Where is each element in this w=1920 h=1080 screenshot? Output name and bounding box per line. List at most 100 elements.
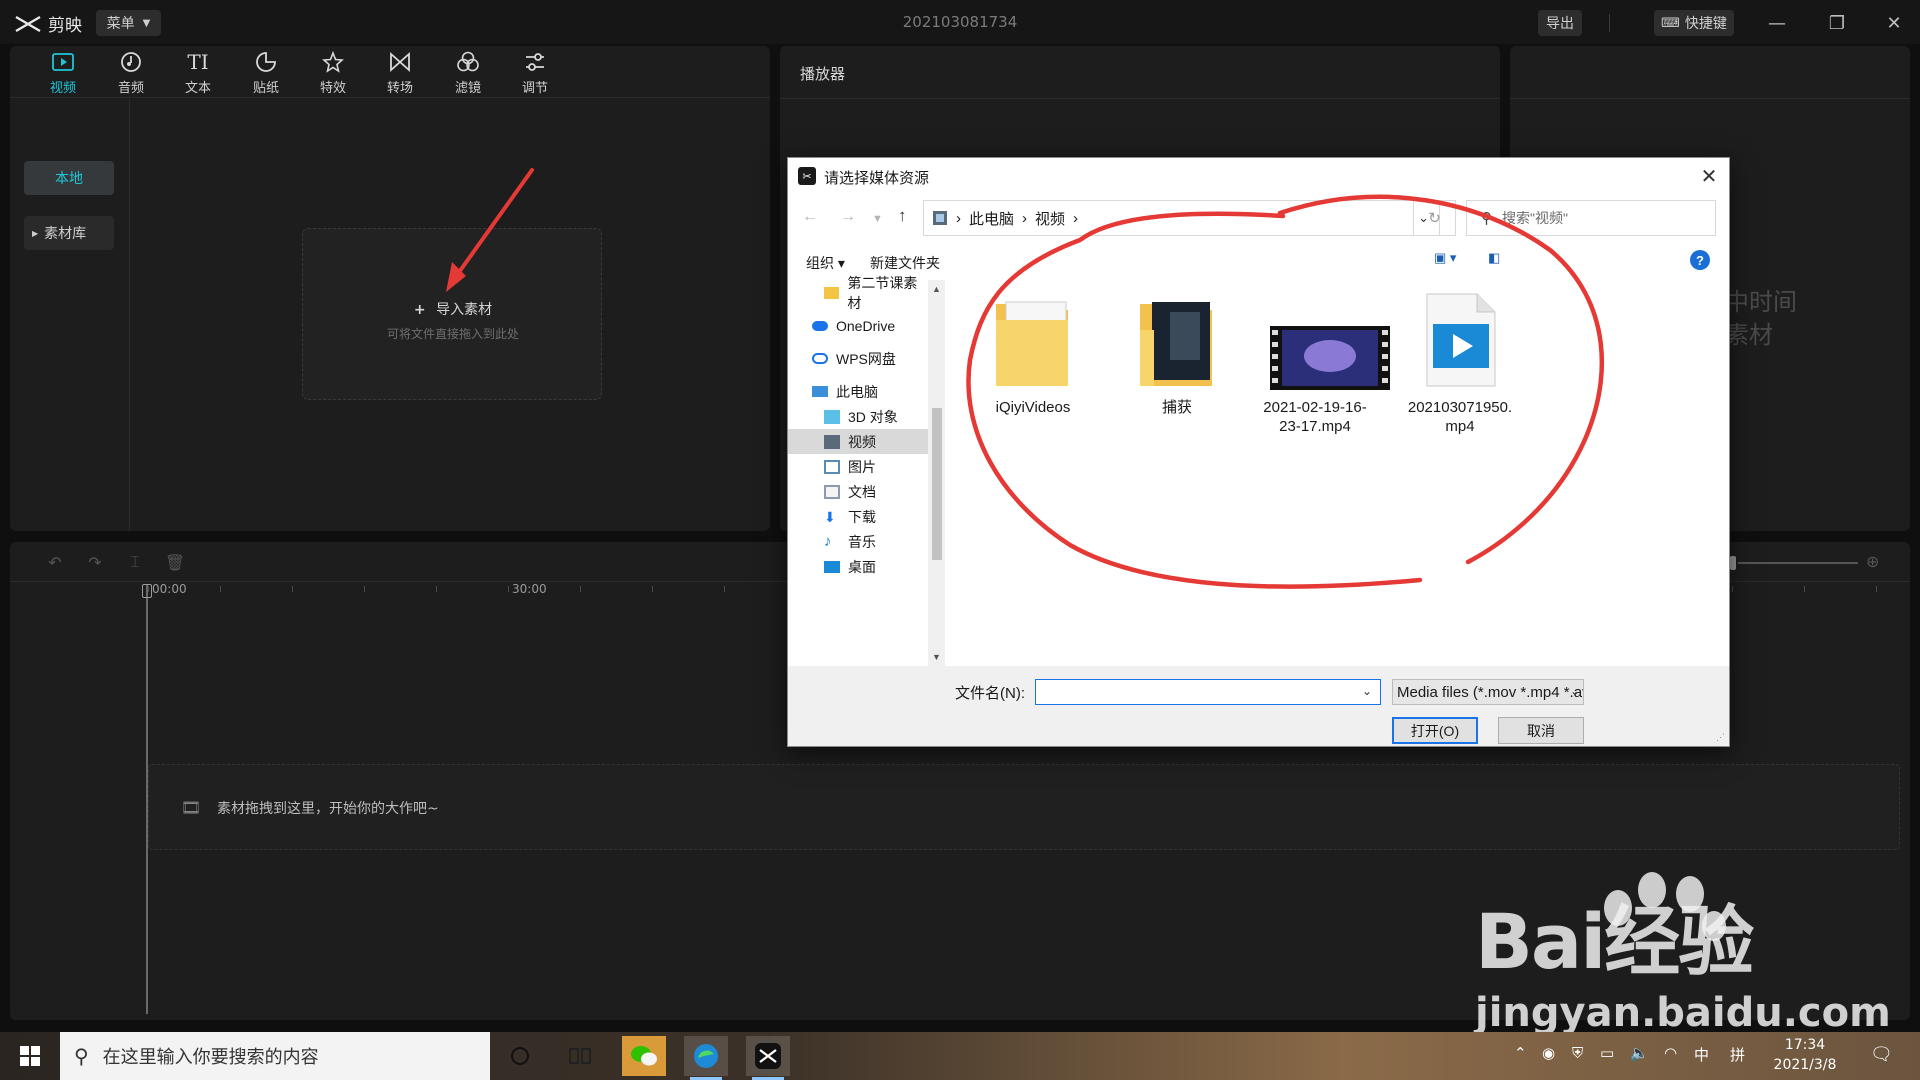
filetype-dropdown-icon[interactable]: ⌄ <box>1570 684 1580 698</box>
cortana-icon[interactable] <box>498 1036 542 1076</box>
media-panel: 视频 音频 TI 文本 贴纸 特效 转场 滤镜 调节 本地 ▶ 素材库 + 导入… <box>10 46 770 531</box>
nav-item-desktop[interactable]: 桌面 <box>788 554 928 579</box>
import-drop-zone[interactable]: + 导入素材 可将文件直接拖入到此处 <box>302 228 602 400</box>
organize-menu[interactable]: 组织 ▾ <box>806 253 845 273</box>
wechat-icon[interactable] <box>622 1036 666 1076</box>
nav-item-label: 下载 <box>848 508 876 525</box>
redo-icon[interactable]: ↷ <box>84 552 106 572</box>
tool-text[interactable]: TI 文本 <box>170 50 226 96</box>
dialog-search-input[interactable]: ⚲ 搜索"视频" <box>1466 200 1716 236</box>
nav-item-downloads[interactable]: ⬇ 下载 <box>788 504 928 529</box>
tool-audio-label: 音频 <box>117 81 144 96</box>
tool-filter[interactable]: 滤镜 <box>440 50 496 96</box>
edge-browser-icon[interactable] <box>684 1036 728 1080</box>
ime-indicator[interactable]: 中 <box>1694 1044 1709 1065</box>
file-item-video-20210219[interactable]: 2021-02-19-16- 23-17.mp4 <box>1255 290 1390 436</box>
side-item-local[interactable]: 本地 <box>24 161 114 195</box>
zoom-slider-track[interactable] <box>1738 562 1858 564</box>
taskbar-search-box[interactable]: ⚲ 在这里输入你要搜索的内容 <box>60 1032 490 1080</box>
file-name-line1: 2021-02-19-16- <box>1263 399 1367 416</box>
maximize-button[interactable]: ❐ <box>1822 10 1852 36</box>
scroll-up-icon[interactable]: ▲ <box>932 284 941 294</box>
filetype-select[interactable]: Media files (*.mov *.mp4 *.av <box>1392 679 1584 705</box>
dialog-search-placeholder: 搜索"视频" <box>1502 210 1568 226</box>
minimize-button[interactable]: — <box>1762 10 1792 36</box>
nav-item-label: 第二节课素材 <box>847 274 918 311</box>
address-bar[interactable]: › 此电脑 › 视频 › ⌄ <box>923 200 1440 236</box>
nav-item-videos[interactable]: 视频 <box>788 429 928 454</box>
recent-dropdown-icon[interactable]: ▼ <box>872 213 883 225</box>
file-item-iqiyivideos[interactable]: iQiyiVideos <box>973 290 1093 417</box>
tool-transition[interactable]: 转场 <box>372 50 428 96</box>
up-arrow-icon[interactable]: ↑ <box>898 206 907 226</box>
nav-item-lesson-folder[interactable]: 第二节课素材 <box>788 275 928 311</box>
player-title: 播放器 <box>800 65 846 83</box>
zoom-in-icon[interactable]: ⊕ <box>1866 552 1879 571</box>
breadcrumb-videos[interactable]: 视频 <box>1035 208 1065 229</box>
search-icon: ⚲ <box>1481 210 1492 227</box>
download-folder-icon: ⬇ <box>824 508 836 525</box>
forward-arrow-icon[interactable]: → <box>840 208 856 226</box>
new-folder-button[interactable]: 新建文件夹 <box>870 253 940 273</box>
side-item-library[interactable]: ▶ 素材库 <box>24 216 114 250</box>
chrome-tray-icon[interactable]: ◉ <box>1542 1044 1555 1062</box>
cube-icon <box>824 409 840 424</box>
close-button[interactable]: ✕ <box>1879 10 1909 36</box>
pinyin-indicator[interactable]: 拼 <box>1730 1044 1745 1065</box>
cancel-button[interactable]: 取消 <box>1498 717 1584 744</box>
nav-item-wps-cloud[interactable]: WPS网盘 <box>788 346 928 371</box>
ruler-label-start: 00:00 <box>152 582 187 596</box>
delete-icon[interactable]: 🗑 <box>164 552 186 572</box>
tool-video[interactable]: 视频 <box>35 50 91 96</box>
shield-tray-icon[interactable]: ⛨ <box>1572 1044 1583 1062</box>
nav-scrollbar-thumb[interactable] <box>932 408 942 560</box>
playhead-handle[interactable] <box>142 584 152 598</box>
back-arrow-icon[interactable]: ← <box>802 208 818 226</box>
shortcut-button[interactable]: ⌨ 快捷键 <box>1654 10 1734 36</box>
refresh-button[interactable]: ↻ <box>1413 200 1456 236</box>
nav-item-pictures[interactable]: 图片 <box>788 454 928 479</box>
start-button[interactable] <box>0 1032 60 1080</box>
tool-text-label: 文本 <box>184 81 211 96</box>
export-button[interactable]: 导出 <box>1538 10 1582 36</box>
scroll-down-icon[interactable]: ▼ <box>932 652 941 662</box>
file-item-capture[interactable]: 捕获 <box>1117 290 1237 417</box>
zoom-slider-handle[interactable] <box>1730 556 1736 570</box>
import-button[interactable]: + 导入素材 <box>303 299 603 319</box>
track-drop-zone[interactable]: 🎞 素材拖拽到这里，开始你的大作吧~ <box>148 764 1900 850</box>
open-button[interactable]: 打开(O) <box>1392 717 1478 744</box>
task-view-icon[interactable] <box>558 1036 602 1076</box>
video-icon <box>50 50 76 74</box>
capcut-taskbar-icon[interactable] <box>746 1036 790 1080</box>
filename-input[interactable] <box>1035 679 1381 705</box>
search-icon: ⚲ <box>74 1044 89 1068</box>
file-item-video-202103071950[interactable]: 202103071950. mp4 <box>1400 290 1520 436</box>
volume-icon[interactable]: 🔈 <box>1630 1044 1649 1062</box>
notification-icon[interactable]: 🗨 <box>1870 1044 1893 1065</box>
undo-icon[interactable]: ↶ <box>44 552 66 572</box>
tray-overflow-icon[interactable]: ⌃ <box>1514 1044 1527 1062</box>
tool-audio[interactable]: 音频 <box>103 50 159 96</box>
dialog-nav-pane: 第二节课素材 OneDrive WPS网盘 此电脑 3D 对象 视频 图片 文档… <box>788 275 945 666</box>
preview-pane-icon[interactable]: ◧ <box>1488 250 1500 266</box>
tool-sticker[interactable]: 贴纸 <box>238 50 294 96</box>
nav-item-documents[interactable]: 文档 <box>788 479 928 504</box>
nav-item-3d-objects[interactable]: 3D 对象 <box>788 404 928 429</box>
tool-adjust[interactable]: 调节 <box>507 50 563 96</box>
dialog-close-button[interactable]: ✕ <box>1696 163 1722 189</box>
nav-item-music[interactable]: ♪ 音乐 <box>788 529 928 554</box>
split-icon[interactable]: ⌶ <box>124 552 146 572</box>
help-icon[interactable]: ? <box>1690 250 1710 270</box>
nav-item-onedrive[interactable]: OneDrive <box>788 313 928 338</box>
resize-grip-icon[interactable]: ⋰ <box>1716 732 1725 743</box>
menu-button[interactable]: 菜单 ▼ <box>96 10 161 36</box>
nav-item-this-pc[interactable]: 此电脑 <box>788 379 928 404</box>
taskbar-clock[interactable]: 17:34 2021/3/8 <box>1760 1035 1850 1075</box>
breadcrumb-this-pc[interactable]: 此电脑 <box>969 208 1014 229</box>
filename-dropdown-icon[interactable]: ⌄ <box>1362 684 1372 698</box>
wifi-icon[interactable]: ◠ <box>1664 1044 1677 1062</box>
tool-effects[interactable]: 特效 <box>305 50 361 96</box>
battery-tray-icon[interactable]: ▭ <box>1600 1044 1614 1062</box>
view-options-icon[interactable]: ▣ ▾ <box>1434 250 1456 266</box>
nav-item-label: 桌面 <box>848 558 876 575</box>
